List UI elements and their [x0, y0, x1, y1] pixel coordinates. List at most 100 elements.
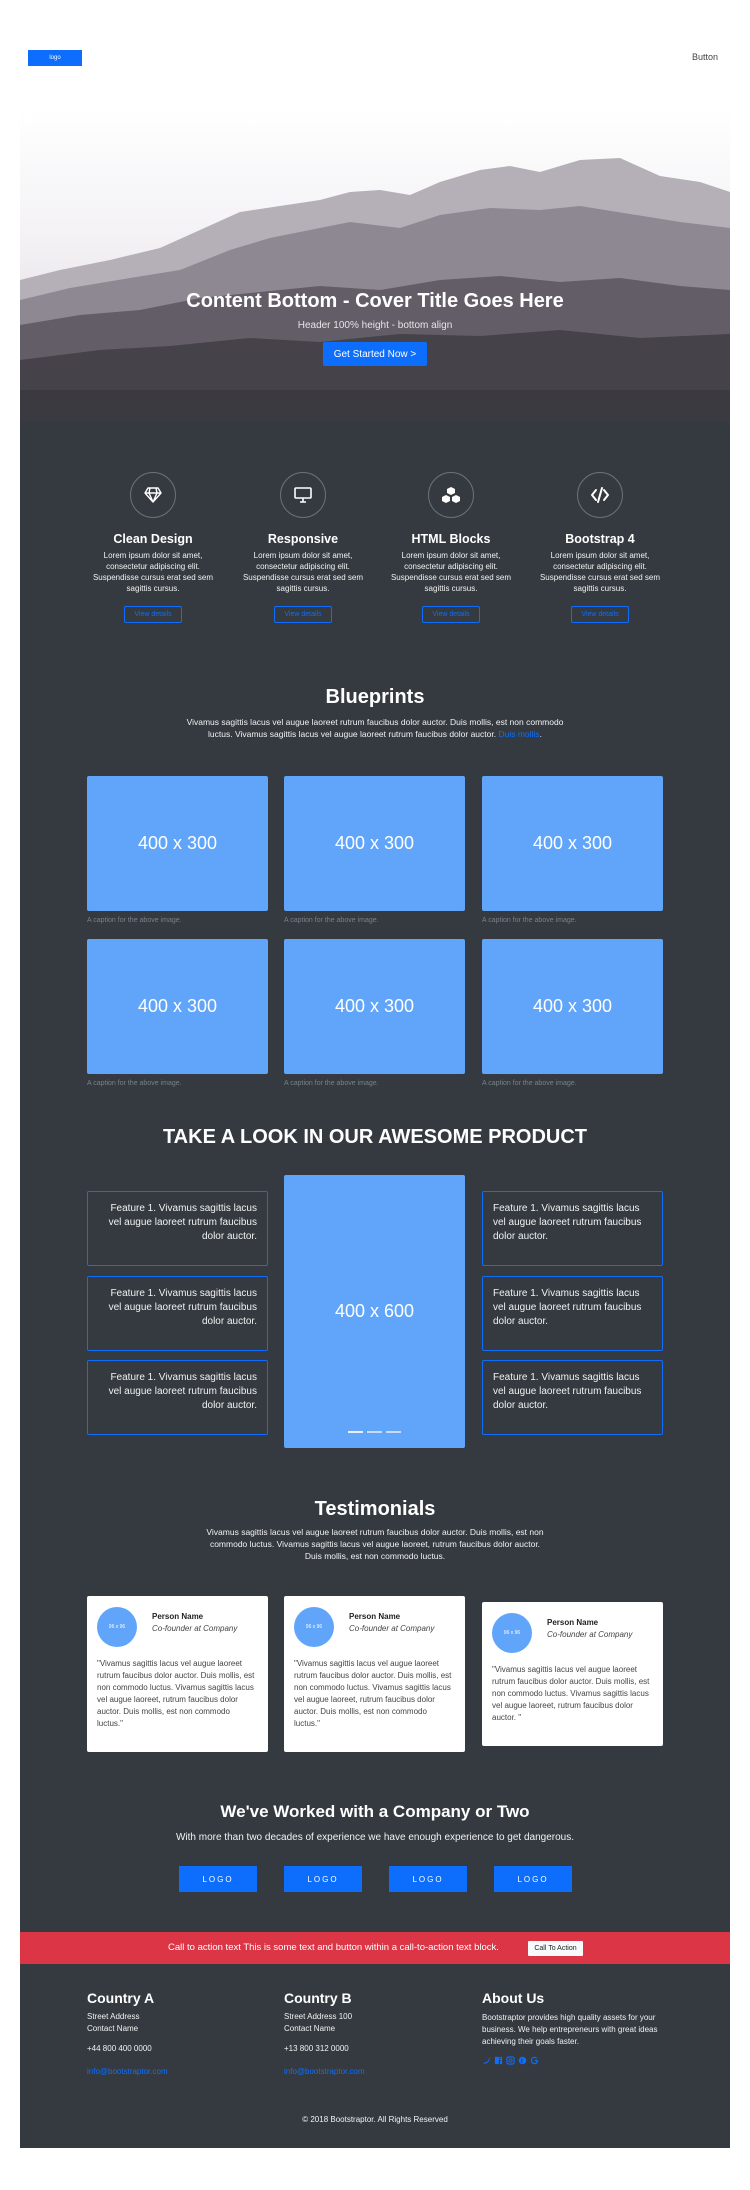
- product-feature: Feature 1. Vivamus sagittis lacus vel au…: [482, 1191, 663, 1266]
- footer-email-link[interactable]: info@bootstraptor.com: [87, 2067, 168, 2076]
- feature-responsive: Responsive Lorem ipsum dolor sit amet, c…: [238, 472, 368, 623]
- code-icon: [591, 487, 609, 503]
- instagram-icon[interactable]: [506, 2056, 515, 2065]
- feature-text: Lorem ipsum dolor sit amet, consectetur …: [92, 551, 214, 593]
- avatar: 96 x 96: [294, 1607, 334, 1647]
- feature-html-blocks: HTML Blocks Lorem ipsum dolor sit amet, …: [386, 472, 516, 623]
- footer-phone: +13 800 312 0000: [284, 2044, 349, 2053]
- product-feature: Feature 1. Vivamus sagittis lacus vel au…: [482, 1276, 663, 1351]
- gallery-image[interactable]: 400 x 300: [284, 939, 465, 1074]
- person-role: Co-founder at Company: [547, 1630, 633, 1639]
- gallery-caption: A caption for the above image.: [284, 917, 379, 924]
- footer-email-link[interactable]: info@bootstraptor.com: [284, 2067, 365, 2076]
- testimonial-card: 96 x 96 Person Name Co-founder at Compan…: [482, 1602, 663, 1746]
- company-logo[interactable]: LOGO: [494, 1866, 572, 1892]
- twitter-icon[interactable]: [482, 2056, 491, 2065]
- blueprints-link[interactable]: Duis mollis: [498, 729, 539, 739]
- person-name: Person Name: [547, 1618, 599, 1627]
- monitor-icon: [294, 487, 312, 503]
- gallery-caption: A caption for the above image.: [87, 1080, 182, 1087]
- footer-contact: Contact Name: [284, 2024, 336, 2033]
- feature-text: Lorem ipsum dolor sit amet, consectetur …: [242, 551, 364, 593]
- testimonials-text: Vivamus sagittis lacus vel augue laoreet…: [206, 1527, 544, 1561]
- product-image-label: 400 x 600: [334, 1301, 415, 1321]
- chevron-down-icon[interactable]: [20, 110, 36, 126]
- company-logo[interactable]: LOGO: [179, 1866, 257, 1892]
- testimonial-card: 96 x 96 Person Name Co-founder at Compan…: [284, 1596, 465, 1752]
- footer-contact: Contact Name: [87, 2024, 139, 2033]
- gallery-caption: A caption for the above image.: [284, 1080, 379, 1087]
- gallery-image[interactable]: 400 x 300: [87, 939, 268, 1074]
- view-details-button[interactable]: View details: [124, 606, 182, 623]
- person-name: Person Name: [152, 1612, 204, 1621]
- carousel-indicator[interactable]: [386, 1431, 401, 1433]
- gallery-image[interactable]: 400 x 300: [87, 776, 268, 911]
- feature-icon-circle: [428, 472, 474, 518]
- feature-title: HTML Blocks: [411, 532, 491, 546]
- footer-street: Street Address: [87, 2012, 140, 2021]
- gallery-caption: A caption for the above image.: [482, 1080, 577, 1087]
- testimonials-title: Testimonials: [314, 1498, 436, 1520]
- testimonial-quote: "Vivamus sagittis lacus vel augue laoree…: [97, 1659, 255, 1728]
- pinterest-icon[interactable]: [518, 2056, 527, 2065]
- gallery-caption: A caption for the above image.: [87, 917, 182, 924]
- view-details-button[interactable]: View details: [571, 606, 629, 623]
- view-details-button[interactable]: View details: [274, 606, 332, 623]
- footer-country-b-title: Country B: [284, 1990, 352, 2006]
- footer-about-text: Bootstraptor provides high quality asset…: [482, 2013, 658, 2046]
- product-title: TAKE A LOOK IN OUR AWESOME PRODUCT: [162, 1126, 588, 1148]
- facebook-icon[interactable]: [494, 2056, 503, 2065]
- companies-title: We've Worked with a Company or Two: [220, 1802, 530, 1821]
- hero-title: Content Bottom - Cover Title Goes Here: [186, 290, 564, 312]
- gallery-image[interactable]: 400 x 300: [482, 939, 663, 1074]
- gallery-caption: A caption for the above image.: [482, 917, 577, 924]
- feature-text: Lorem ipsum dolor sit amet, consectetur …: [539, 551, 661, 593]
- product-feature: Feature 1. Vivamus sagittis lacus vel au…: [87, 1360, 268, 1435]
- testimonial-card: 96 x 96 Person Name Co-founder at Compan…: [87, 1596, 268, 1752]
- avatar: 96 x 96: [97, 1607, 137, 1647]
- gallery-image[interactable]: 400 x 300: [482, 776, 663, 911]
- product-feature: Feature 1. Vivamus sagittis lacus vel au…: [87, 1276, 268, 1351]
- copyright: © 2018 Bootstraptor. All Rights Reserved: [302, 2115, 448, 2124]
- person-role: Co-founder at Company: [152, 1624, 238, 1633]
- google-icon[interactable]: [530, 2056, 539, 2065]
- carousel-indicator[interactable]: [367, 1431, 382, 1433]
- product-feature: Feature 1. Vivamus sagittis lacus vel au…: [482, 1360, 663, 1435]
- feature-icon-circle: [577, 472, 623, 518]
- blueprints-title: Blueprints: [325, 686, 425, 708]
- cta-text: Call to action text This is some text an…: [168, 1942, 499, 1953]
- feature-title: Bootstrap 4: [565, 532, 635, 546]
- company-logo[interactable]: LOGO: [389, 1866, 467, 1892]
- gallery-image[interactable]: 400 x 300: [284, 776, 465, 911]
- footer-street: Street Address 100: [284, 2012, 353, 2021]
- feature-title: Clean Design: [113, 532, 193, 546]
- view-details-button[interactable]: View details: [422, 606, 480, 623]
- mountain-background: [20, 110, 730, 422]
- hero-subtitle: Header 100% height - bottom align: [297, 320, 453, 331]
- feature-icon-circle: [280, 472, 326, 518]
- person-role: Co-founder at Company: [349, 1624, 435, 1633]
- carousel-indicator[interactable]: [348, 1431, 363, 1433]
- nav-button[interactable]: Button: [692, 52, 718, 62]
- feature-bootstrap: Bootstrap 4 Lorem ipsum dolor sit amet, …: [535, 472, 665, 623]
- testimonial-quote: "Vivamus sagittis lacus vel augue laoree…: [492, 1665, 650, 1722]
- call-to-action-bar: Call to action text This is some text an…: [20, 1932, 730, 1964]
- footer-about-title: About Us: [482, 1990, 545, 2006]
- cubes-icon: [442, 487, 460, 503]
- feature-title: Responsive: [267, 532, 339, 546]
- call-to-action-button[interactable]: Call To Action: [528, 1941, 583, 1956]
- avatar: 96 x 96: [492, 1613, 532, 1653]
- person-name: Person Name: [349, 1612, 401, 1621]
- companies-subtitle: With more than two decades of experience…: [175, 1832, 575, 1843]
- company-logo[interactable]: LOGO: [284, 1866, 362, 1892]
- top-navbar: logo Button: [0, 0, 750, 110]
- product-feature: Feature 1. Vivamus sagittis lacus vel au…: [87, 1191, 268, 1266]
- logo-button[interactable]: logo: [28, 50, 82, 66]
- footer-phone: +44 800 400 0000: [87, 2044, 152, 2053]
- feature-icon-circle: [130, 472, 176, 518]
- testimonial-quote: "Vivamus sagittis lacus vel augue laoree…: [294, 1659, 452, 1728]
- blueprints-text: Vivamus sagittis lacus vel augue laoreet…: [186, 717, 564, 739]
- diamond-icon: [144, 487, 162, 503]
- feature-text: Lorem ipsum dolor sit amet, consectetur …: [390, 551, 512, 593]
- get-started-button[interactable]: Get Started Now >: [323, 342, 427, 366]
